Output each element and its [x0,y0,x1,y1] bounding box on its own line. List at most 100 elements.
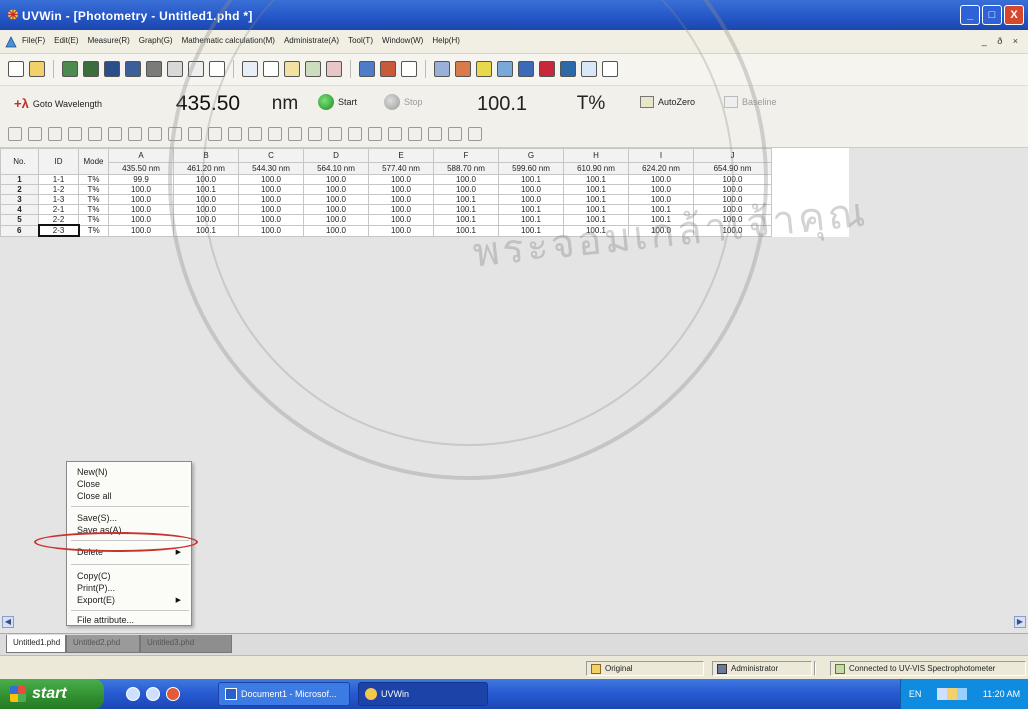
menu-help[interactable]: Help(H) [432,36,460,45]
table-icon[interactable] [560,61,576,77]
value-cell[interactable]: 100.0 [693,204,772,215]
sample-id-cell[interactable]: 1-1 [38,174,79,185]
value-cell[interactable]: 100.0 [693,214,772,226]
columns-icon[interactable] [48,127,62,141]
value-cell[interactable]: 100.1 [498,224,564,237]
value-cell[interactable]: 100.1 [173,184,239,195]
value-cell[interactable]: 100.0 [238,184,304,195]
value-cell[interactable]: 100.0 [303,204,369,215]
value-cell[interactable]: 100.1 [498,214,564,226]
value-cell[interactable]: 100.0 [433,184,499,195]
baseline-tool-icon[interactable] [308,127,322,141]
value-cell[interactable]: 100.0 [693,224,772,237]
value-cell[interactable]: 100.1 [563,214,629,226]
start-button[interactable]: Start [318,94,357,110]
column-header-d[interactable]: D [303,148,369,163]
mode-cell[interactable]: T% [78,204,109,215]
value-cell[interactable]: 100.1 [498,174,564,185]
legend-icon[interactable] [408,127,422,141]
valley-pick-icon[interactable] [228,127,242,141]
value-cell[interactable]: 100.0 [173,204,239,215]
value-cell[interactable]: 100.1 [433,214,499,226]
method-icon[interactable] [62,61,78,77]
table-row[interactable]: 3 1-3 T% 100.0 100.0 100.0 100.0 100.0 1… [0,194,849,205]
label-icon[interactable] [368,127,382,141]
zoom-out-icon[interactable] [168,127,182,141]
scale-icon[interactable] [328,127,342,141]
peak-pick-icon[interactable] [208,127,222,141]
value-cell[interactable]: 100.0 [108,194,174,205]
list-icon[interactable] [28,127,42,141]
row-number[interactable]: 5 [0,214,39,226]
value-cell[interactable]: 100.0 [303,214,369,226]
print-preview-icon[interactable] [188,61,204,77]
value-cell[interactable]: 100.1 [433,204,499,215]
value-cell[interactable]: 100.1 [498,204,564,215]
value-cell[interactable]: 100.0 [108,204,174,215]
lamp-icon[interactable] [380,61,396,77]
value-cell[interactable]: 100.1 [628,214,694,226]
row-number[interactable]: 1 [0,174,39,185]
menu-graph[interactable]: Graph(G) [139,36,173,45]
menu-measure[interactable]: Measure(R) [88,36,130,45]
overlay-icon[interactable] [388,127,402,141]
area-icon[interactable] [288,127,302,141]
stop-button[interactable]: Stop [384,94,423,110]
value-cell[interactable]: 100.0 [368,214,434,226]
row-number[interactable]: 3 [0,194,39,205]
value-cell[interactable]: 100.0 [693,174,772,185]
value-cell[interactable]: 100.1 [433,224,499,237]
person-icon[interactable] [88,127,102,141]
value-cell[interactable]: 100.1 [173,224,239,237]
goto-wavelength-button[interactable]: +λ Goto Wavelength [14,96,102,111]
value-cell[interactable]: 100.0 [368,174,434,185]
value-cell[interactable]: 100.0 [368,224,434,237]
menu-file[interactable]: File(F) [22,36,45,45]
start-menu-button[interactable]: start [0,679,104,709]
column-header-j[interactable]: J [693,148,772,163]
parameter-icon[interactable] [326,61,342,77]
derivative-icon[interactable] [248,127,262,141]
tab-untitled3[interactable]: Untitled3.phd [140,635,232,653]
value-cell[interactable]: 100.0 [238,174,304,185]
value-cell[interactable]: 100.1 [563,194,629,205]
value-cell[interactable]: 100.0 [303,194,369,205]
sample-id-cell[interactable]: 1-2 [38,184,79,195]
save-all-icon[interactable] [125,61,141,77]
sample-icon[interactable] [284,61,300,77]
value-cell[interactable]: 100.0 [173,214,239,226]
value-cell[interactable]: 99.9 [108,174,174,185]
sample-id-cell[interactable]: 2-1 [38,204,79,215]
menu-item-print[interactable]: Print(P)... [77,583,115,593]
table-row[interactable]: 6 2-3 T% 100.0 100.1 100.0 100.0 100.0 1… [0,224,849,237]
page-setup-icon[interactable] [209,61,225,77]
value-cell[interactable]: 100.0 [108,214,174,226]
baseline-button[interactable]: Baseline [724,96,777,108]
value-cell[interactable]: 100.0 [628,184,694,195]
value-cell[interactable]: 100.0 [693,184,772,195]
ie-icon[interactable] [126,687,140,701]
value-cell[interactable]: 100.1 [563,204,629,215]
column-header-i[interactable]: I [628,148,694,163]
menu-mathematic-calculation[interactable]: Mathematic calculation(M) [182,36,275,45]
scroll-left-arrow-icon[interactable]: ◀ [2,616,14,628]
cursor-icon[interactable] [348,127,362,141]
zoom-in-icon[interactable] [148,127,162,141]
mode-cell[interactable]: T% [78,194,109,205]
sample-id-cell[interactable]: 2-2 [38,214,79,226]
menu-item-close[interactable]: Close [77,479,100,489]
language-indicator[interactable]: EN [909,689,922,699]
value-cell[interactable]: 100.0 [238,224,304,237]
menu-item-export[interactable]: Export(E) [77,595,115,605]
data-icon[interactable] [83,61,99,77]
grid-icon[interactable] [68,127,82,141]
peak-icon[interactable] [476,61,492,77]
menu-window[interactable]: Window(W) [382,36,423,45]
column-header-no[interactable]: No. [0,148,39,175]
menu-item-copy[interactable]: Copy(C) [77,571,111,581]
table-row[interactable]: 4 2-1 T% 100.0 100.0 100.0 100.0 100.0 1… [0,204,849,215]
color-icon[interactable] [108,127,122,141]
mode-cell[interactable]: T% [78,184,109,195]
value-cell[interactable]: 100.0 [693,194,772,205]
value-cell[interactable]: 100.0 [108,224,174,237]
